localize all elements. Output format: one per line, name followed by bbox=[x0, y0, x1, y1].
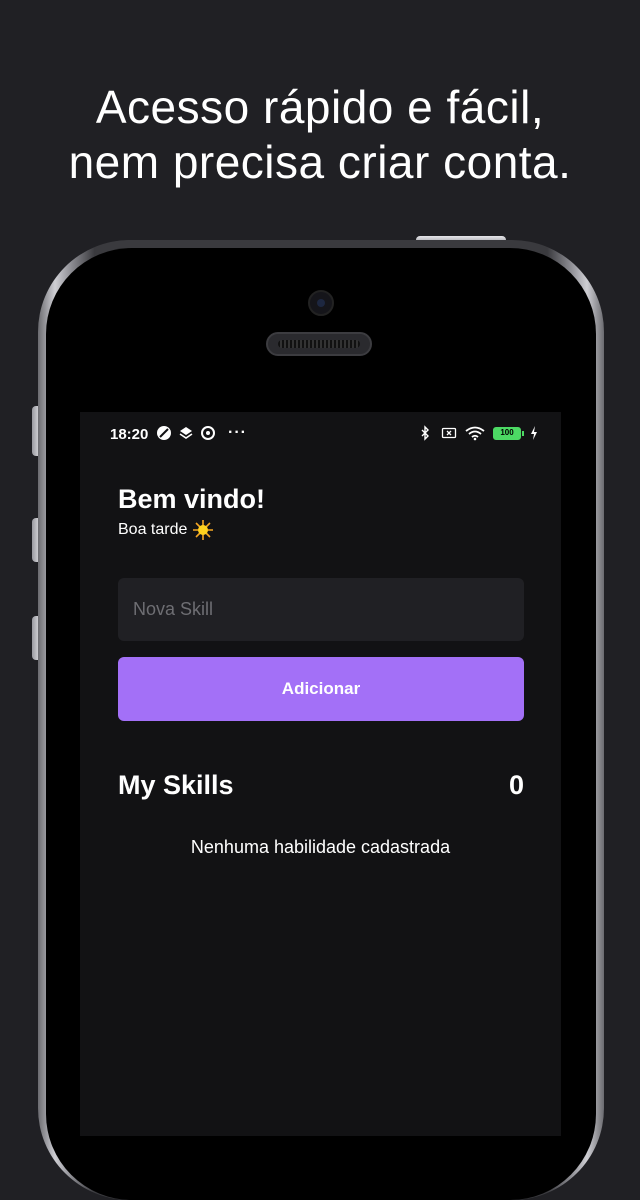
greeting-title: Bem vindo! bbox=[118, 484, 266, 514]
status-left-icons: ··· bbox=[156, 425, 247, 441]
empty-skills-message: Nenhuma habilidade cadastrada bbox=[190, 837, 451, 857]
skills-title: My Skills bbox=[118, 770, 234, 800]
charging-icon bbox=[531, 426, 537, 440]
status-right-icons: 100 bbox=[417, 425, 539, 441]
app-screen: 18:20 ··· 100 Bem vindo! Boa tarde Nova … bbox=[80, 412, 561, 1136]
status-time: 18:20 bbox=[110, 426, 149, 443]
layers-icon bbox=[179, 427, 193, 439]
battery-level: 100 bbox=[500, 428, 514, 437]
front-camera bbox=[308, 290, 334, 316]
headline-line-1: Acesso rápido e fácil, bbox=[95, 81, 545, 133]
wifi-icon bbox=[465, 426, 485, 441]
headline-line-2: nem precisa criar conta. bbox=[68, 136, 572, 188]
headline: Acesso rápido e fácil, nem precisa criar… bbox=[0, 80, 640, 190]
status-bar: 18:20 ··· 100 bbox=[80, 412, 561, 456]
greeting-subtitle-row: Boa tarde bbox=[118, 520, 214, 540]
bluetooth-icon bbox=[421, 425, 429, 441]
moon-icon bbox=[157, 426, 171, 440]
earpiece-speaker bbox=[266, 332, 372, 356]
no-sim-icon bbox=[441, 427, 457, 439]
greeting-subtitle: Boa tarde bbox=[118, 521, 188, 538]
skills-count: 0 bbox=[508, 770, 524, 800]
add-skill-button[interactable]: Adicionar bbox=[118, 657, 524, 721]
battery-icon: 100 bbox=[493, 426, 524, 440]
target-icon bbox=[201, 426, 215, 440]
more-notifications-icon: ··· bbox=[228, 424, 247, 441]
sun-icon bbox=[193, 520, 214, 540]
new-skill-input[interactable] bbox=[118, 578, 524, 641]
